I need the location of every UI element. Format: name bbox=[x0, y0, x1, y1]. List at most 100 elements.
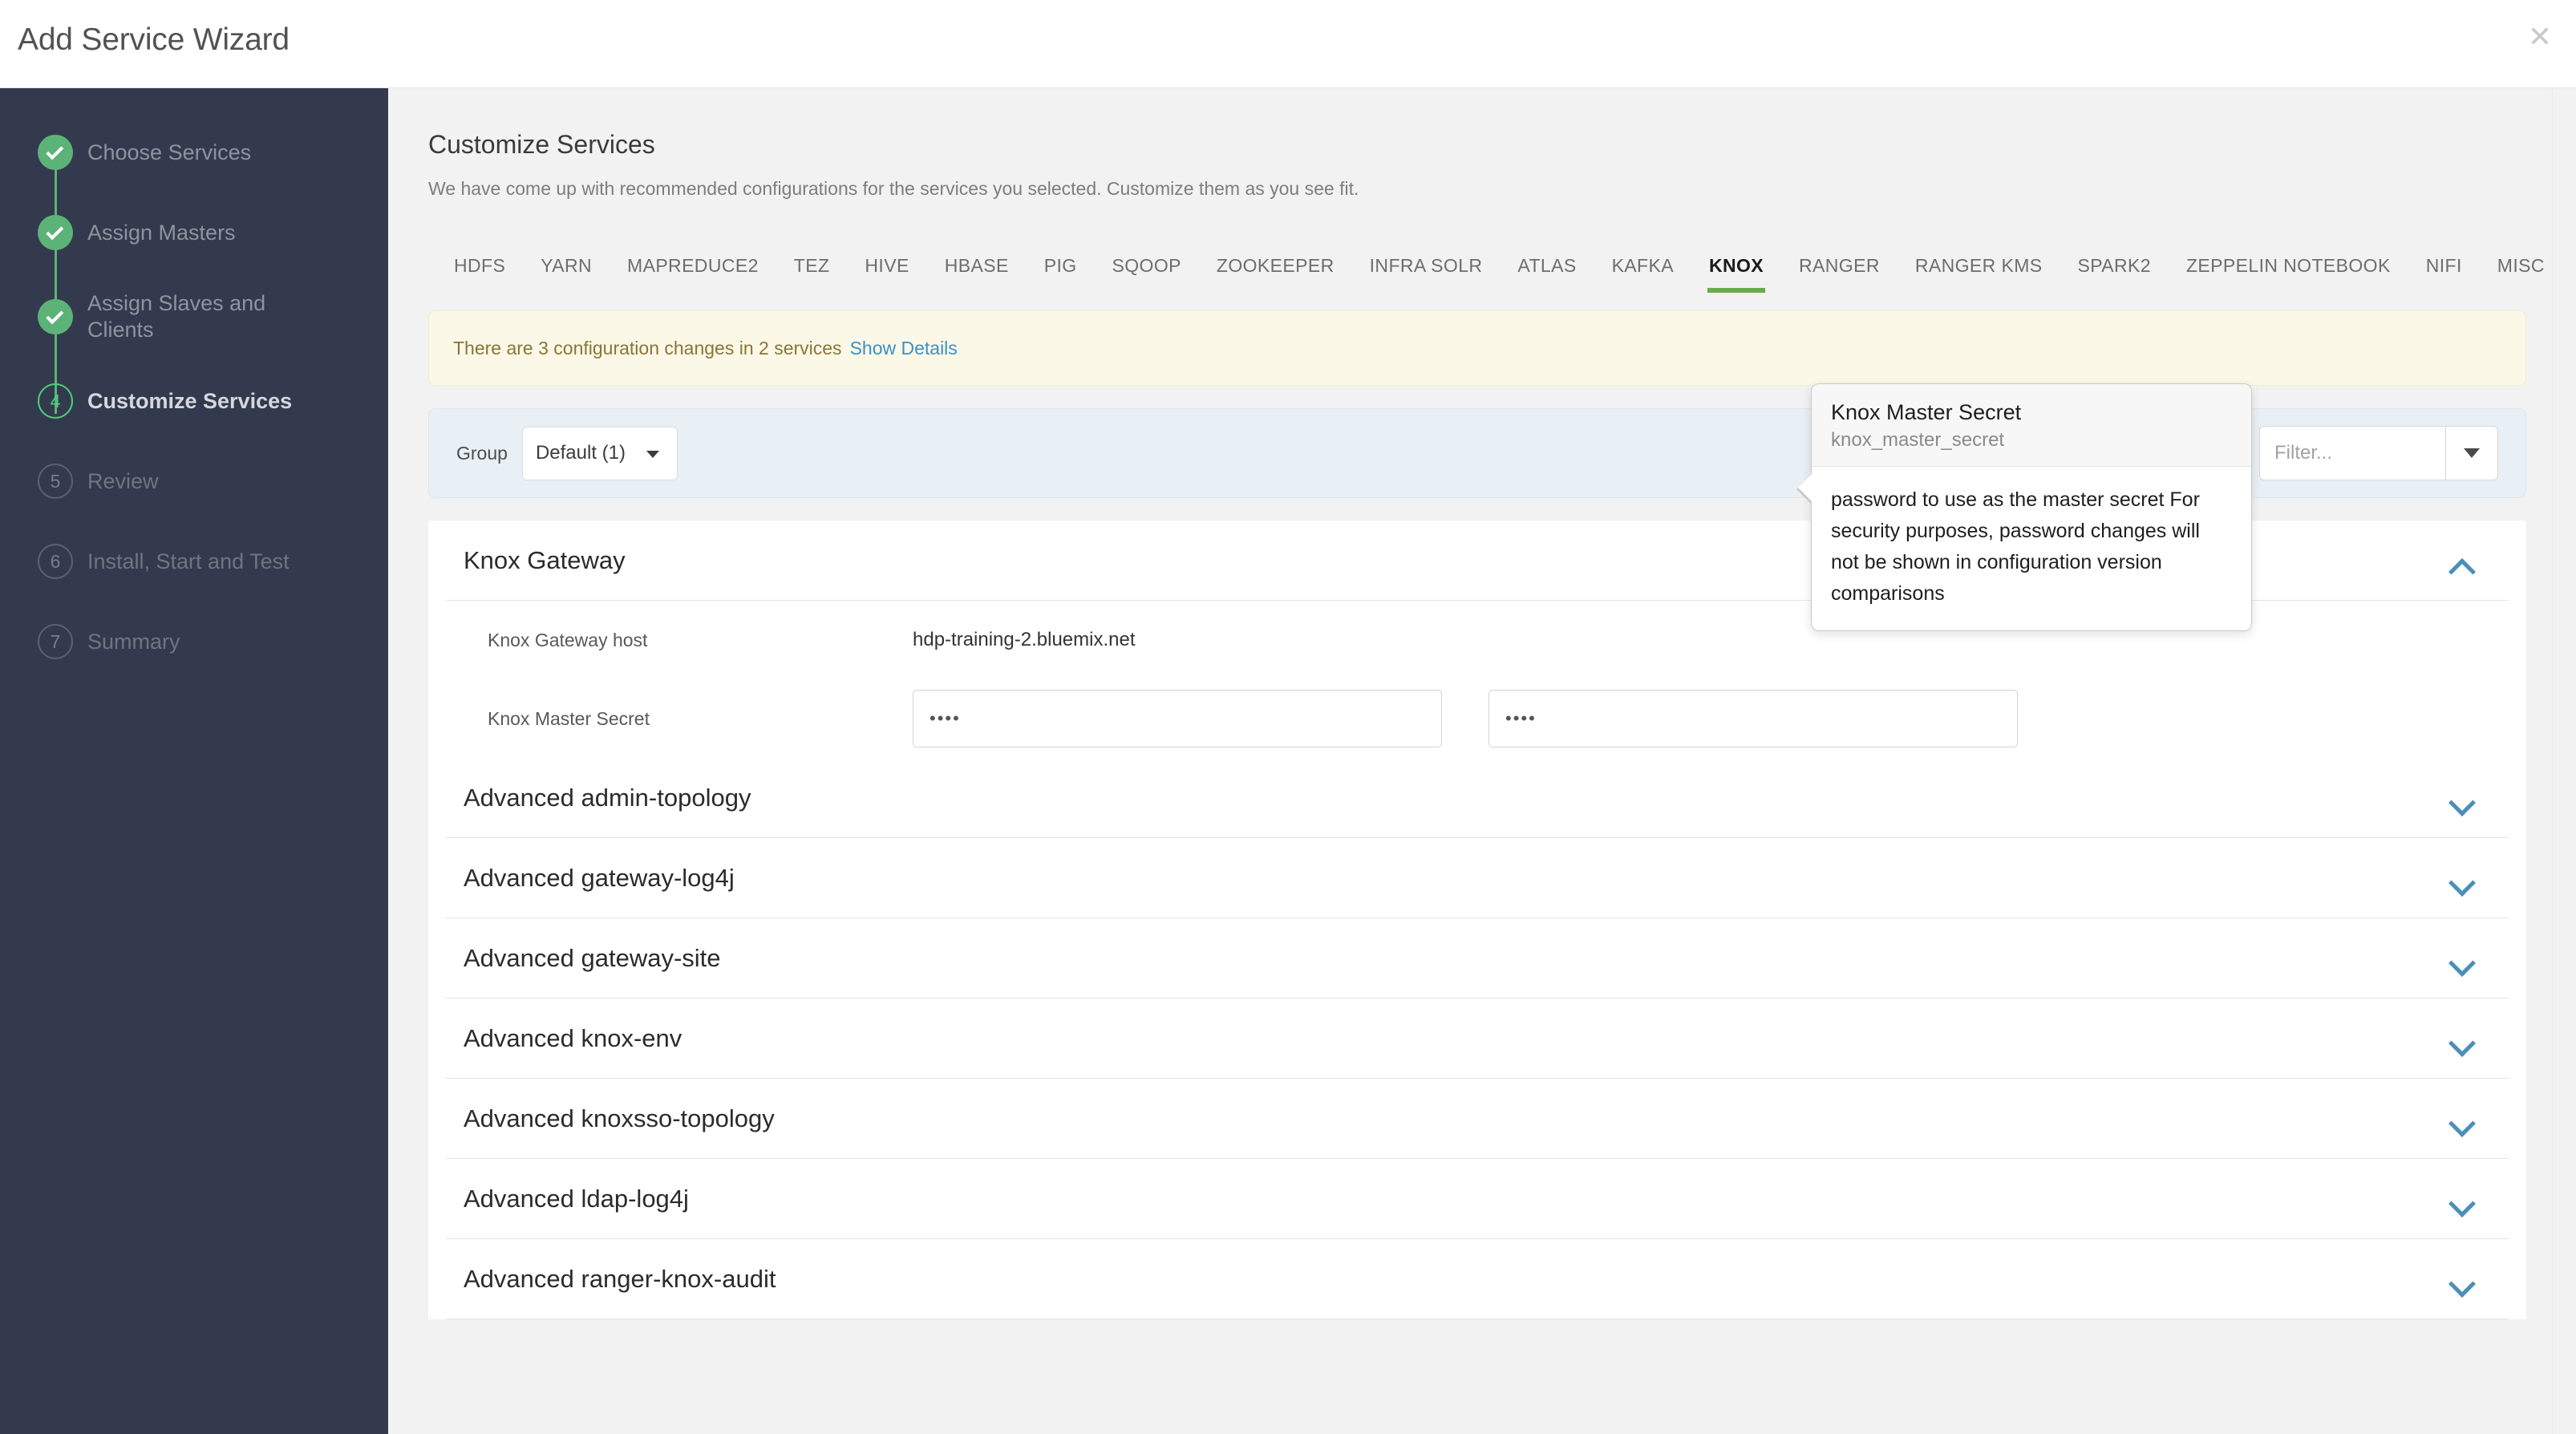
sidebar-step-review[interactable]: 5 Review bbox=[0, 459, 388, 504]
section-title: Advanced knox-env bbox=[464, 1023, 682, 1052]
tab-kafka[interactable]: KAFKA bbox=[1594, 255, 1691, 293]
chevron-down-icon[interactable] bbox=[2452, 793, 2470, 811]
group-label: Group bbox=[456, 442, 508, 464]
tooltip-body: password to use as the master secret For… bbox=[1831, 488, 2200, 605]
chevron-down-icon[interactable] bbox=[2452, 1194, 2470, 1212]
tab-spark2[interactable]: SPARK2 bbox=[2060, 255, 2169, 293]
section-advanced-gateway-log4j[interactable]: Advanced gateway-log4j bbox=[446, 838, 2509, 918]
chevron-down-icon bbox=[646, 451, 659, 458]
check-icon bbox=[46, 141, 64, 160]
sidebar-step-label: Assign Slaves and Clients bbox=[87, 291, 266, 342]
chevron-down-icon[interactable] bbox=[2452, 873, 2470, 891]
tab-tez[interactable]: TEZ bbox=[776, 255, 848, 293]
config-changes-alert: There are 3 configuration changes in 2 s… bbox=[428, 310, 2526, 386]
tab-hive[interactable]: HIVE bbox=[847, 255, 926, 293]
sidebar-step-label: Assign Masters bbox=[87, 220, 236, 245]
show-details-link[interactable]: Show Details bbox=[850, 338, 958, 359]
chevron-down-icon[interactable] bbox=[2452, 954, 2470, 971]
tab-infra-solr[interactable]: INFRA SOLR bbox=[1352, 255, 1501, 293]
sidebar-step-install-start-and-test[interactable]: 6 Install, Start and Test bbox=[0, 539, 388, 584]
tab-zookeeper[interactable]: ZOOKEEPER bbox=[1199, 255, 1352, 293]
section-title: Advanced admin-topology bbox=[464, 783, 751, 812]
step-number-badge: 6 bbox=[38, 544, 73, 579]
tooltip-subtitle: knox_master_secret bbox=[1831, 429, 2005, 451]
tooltip-header: Knox Master Secret knox_master_secret bbox=[1812, 384, 2251, 467]
step-check-icon bbox=[38, 299, 73, 334]
check-icon bbox=[46, 221, 64, 240]
check-icon bbox=[46, 306, 64, 324]
close-icon[interactable]: ✕ bbox=[2521, 19, 2558, 56]
chevron-up-icon[interactable] bbox=[2452, 556, 2470, 573]
chevron-down-icon[interactable] bbox=[2452, 1274, 2470, 1292]
tooltip-title: Knox Master Secret bbox=[1831, 400, 2022, 424]
service-tabs: HDFS YARN MAPREDUCE2 TEZ HIVE HBASE PIG SQOOP ZO… bbox=[428, 240, 2544, 293]
filter-input[interactable] bbox=[2259, 426, 2445, 480]
sidebar-step-label: Review bbox=[87, 468, 159, 493]
config-card: Knox Gateway Knox Gateway host hdp-train… bbox=[428, 521, 2526, 1319]
section-title: Advanced gateway-site bbox=[464, 943, 721, 972]
main-content: Customize Services We have come up with … bbox=[388, 88, 2576, 1434]
filter-control bbox=[2259, 426, 2498, 480]
step-number-badge: 7 bbox=[38, 624, 73, 659]
section-title: Advanced ldap-log4j bbox=[464, 1184, 689, 1213]
window-title: Add Service Wizard bbox=[18, 22, 290, 57]
tab-hbase[interactable]: HBASE bbox=[927, 255, 1027, 293]
sidebar-step-assign-masters[interactable]: Assign Masters bbox=[0, 210, 388, 255]
step-number-badge: 5 bbox=[38, 464, 73, 499]
knox-master-secret-confirm-input[interactable]: •••• bbox=[1488, 690, 2018, 747]
tab-ranger[interactable]: RANGER bbox=[1781, 255, 1898, 293]
chevron-down-icon bbox=[2464, 448, 2480, 458]
section-title: Knox Gateway bbox=[464, 545, 626, 574]
tab-zeppelin-notebook[interactable]: ZEPPELIN NOTEBOOK bbox=[2169, 255, 2408, 293]
prop-label: Knox Master Secret bbox=[488, 707, 650, 729]
sidebar-step-label: Summary bbox=[87, 629, 180, 654]
tooltip-arrow bbox=[1798, 474, 1812, 501]
advanced-sections: Advanced admin-topology Advanced gateway-… bbox=[446, 758, 2509, 1319]
sidebar-step-label: Customize Services bbox=[87, 388, 293, 413]
section-advanced-knox-env[interactable]: Advanced knox-env bbox=[446, 999, 2509, 1079]
group-select[interactable]: Default (1) bbox=[521, 426, 678, 480]
sidebar-step-label: Choose Services bbox=[87, 140, 252, 164]
tab-hdfs[interactable]: HDFS bbox=[428, 255, 523, 293]
alert-text: There are 3 configuration changes in 2 s… bbox=[453, 337, 842, 358]
prop-value: hdp-training-2.bluemix.net bbox=[913, 629, 1136, 650]
tab-sqoop[interactable]: SQOOP bbox=[1095, 255, 1199, 293]
filter-dropdown-button[interactable] bbox=[2445, 426, 2498, 480]
tab-nifi[interactable]: NIFI bbox=[2408, 255, 2480, 293]
tab-yarn[interactable]: YARN bbox=[523, 255, 610, 293]
sidebar-step-choose-services[interactable]: Choose Services bbox=[0, 130, 388, 175]
section-advanced-gateway-site[interactable]: Advanced gateway-site bbox=[446, 918, 2509, 999]
tab-ranger-kms[interactable]: RANGER KMS bbox=[1898, 255, 2060, 293]
tab-misc[interactable]: MISC bbox=[2480, 255, 2562, 293]
step-connector-line bbox=[55, 165, 57, 414]
step-check-icon bbox=[38, 215, 73, 250]
sidebar-step-label: Install, Start and Test bbox=[87, 549, 290, 573]
knox-master-secret-input[interactable]: •••• bbox=[913, 690, 1442, 747]
page-scrollbar[interactable] bbox=[2552, 88, 2576, 1434]
chevron-down-icon[interactable] bbox=[2452, 1034, 2470, 1051]
tab-atlas[interactable]: ATLAS bbox=[1500, 255, 1594, 293]
knox-master-secret-tooltip: Knox Master Secret knox_master_secret pa… bbox=[1796, 383, 2252, 631]
tab-mapreduce2[interactable]: MAPREDUCE2 bbox=[610, 255, 776, 293]
prop-label: Knox Gateway host bbox=[488, 629, 648, 650]
step-number-badge: 4 bbox=[38, 383, 73, 419]
wizard-steps: Choose Services Assign Masters Assign Slav… bbox=[0, 88, 388, 664]
section-advanced-ranger-knox-audit[interactable]: Advanced ranger-knox-audit bbox=[446, 1239, 2509, 1319]
section-title: Advanced ranger-knox-audit bbox=[464, 1264, 776, 1293]
chevron-down-icon[interactable] bbox=[2452, 1114, 2470, 1132]
sidebar-step-summary[interactable]: 7 Summary bbox=[0, 619, 388, 664]
prop-row-knox-master-secret: Knox Master Secret •••• •••• bbox=[446, 679, 2509, 758]
group-select-value: Default (1) bbox=[535, 442, 626, 464]
section-advanced-ldap-log4j[interactable]: Advanced ldap-log4j bbox=[446, 1159, 2509, 1239]
sidebar-step-assign-slaves-and-clients[interactable]: Assign Slaves and Clients bbox=[0, 290, 388, 343]
window-titlebar: Add Service Wizard ✕ bbox=[0, 0, 2576, 88]
page-subtitle: We have come up with recommended configu… bbox=[428, 178, 1359, 199]
section-advanced-knoxsso-topology[interactable]: Advanced knoxsso-topology bbox=[446, 1079, 2509, 1159]
wizard-sidebar: Choose Services Assign Masters Assign Slav… bbox=[0, 88, 388, 1434]
sidebar-step-customize-services[interactable]: 4 Customize Services bbox=[0, 379, 388, 423]
step-check-icon bbox=[38, 135, 73, 170]
section-title: Advanced gateway-log4j bbox=[464, 863, 735, 892]
section-advanced-admin-topology[interactable]: Advanced admin-topology bbox=[446, 758, 2509, 838]
tab-knox[interactable]: KNOX bbox=[1691, 255, 1781, 293]
tab-pig[interactable]: PIG bbox=[1027, 255, 1095, 293]
